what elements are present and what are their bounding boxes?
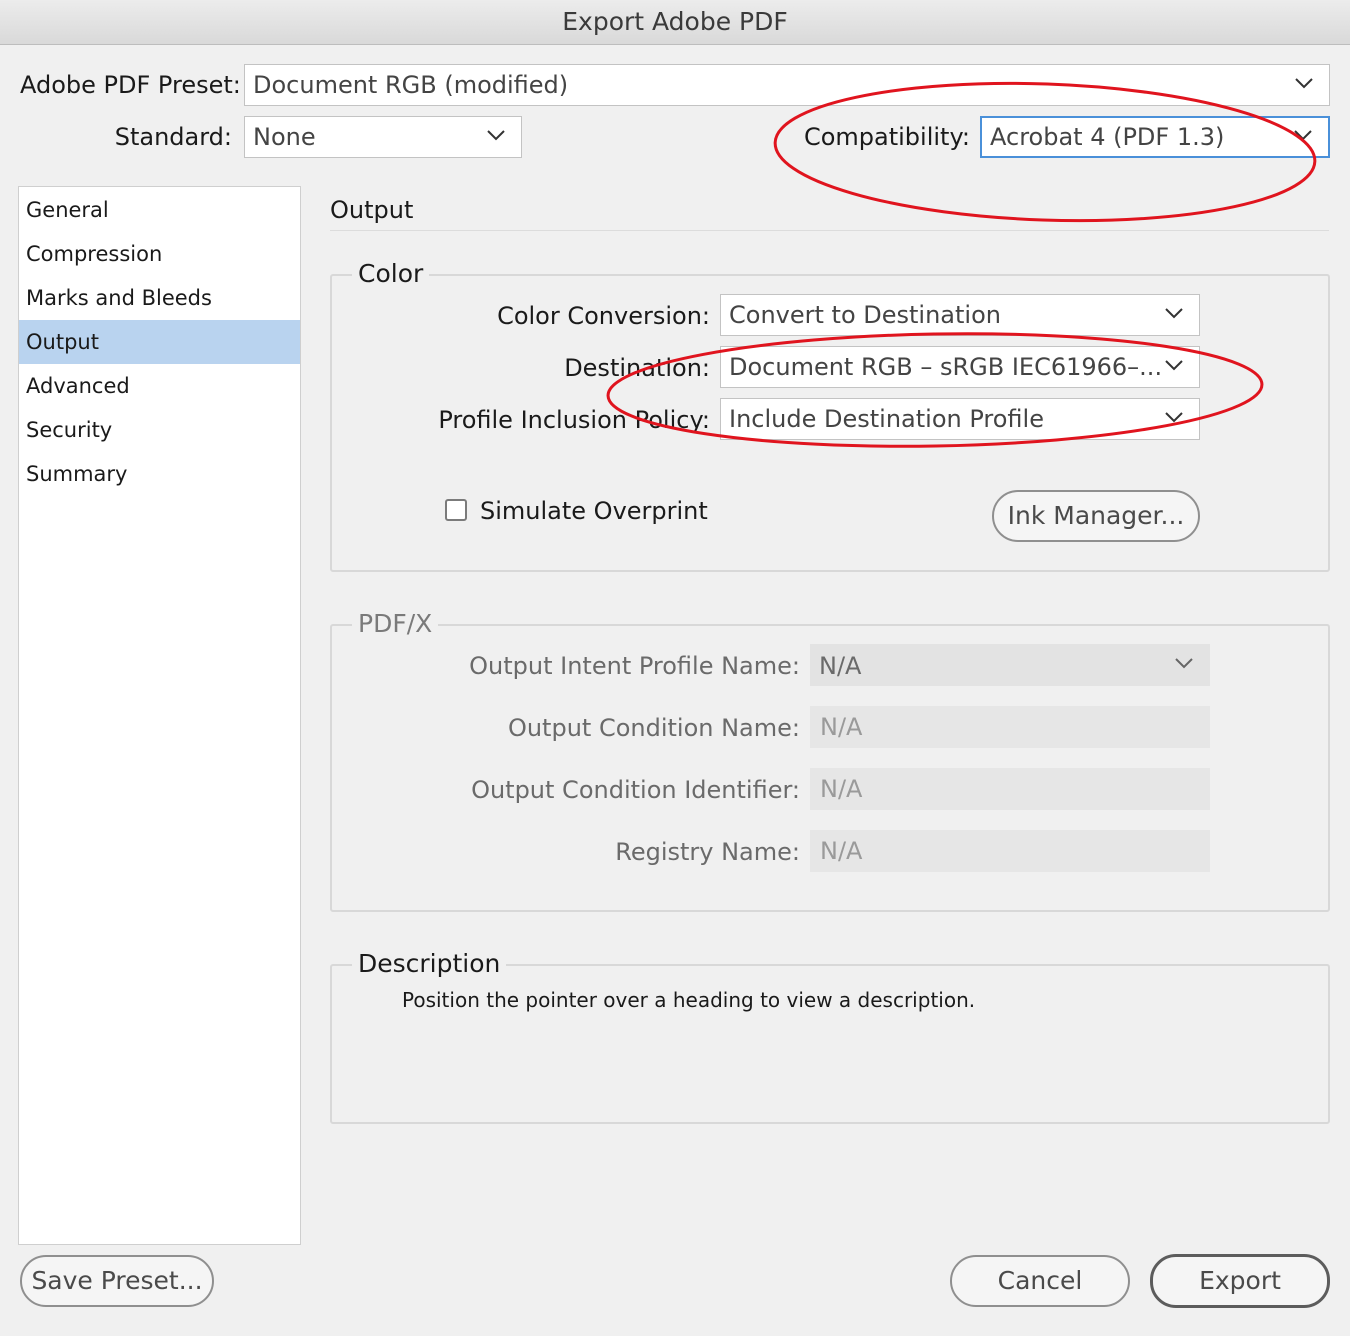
- window-title: Export Adobe PDF: [0, 0, 1350, 45]
- profile-policy-value: Include Destination Profile: [729, 405, 1044, 433]
- color-legend: Color: [352, 259, 430, 288]
- pdfx-legend: PDF/X: [352, 609, 439, 638]
- simulate-overprint-label[interactable]: Simulate Overprint: [480, 497, 708, 525]
- output-condition-identifier-field: N/A: [810, 768, 1210, 810]
- chevron-down-icon: [1165, 308, 1183, 319]
- compatibility-dropdown[interactable]: Acrobat 4 (PDF 1.3): [980, 116, 1330, 158]
- registry-name-label: Registry Name:: [615, 838, 800, 866]
- destination-value: Document RGB – sRGB IEC61966–...: [729, 353, 1163, 381]
- chevron-down-icon: [1165, 412, 1183, 423]
- compatibility-label: Compatibility:: [803, 123, 970, 151]
- color-conversion-label: Color Conversion:: [497, 302, 710, 330]
- divider: [330, 230, 1329, 231]
- registry-name-field: N/A: [810, 830, 1210, 872]
- export-button[interactable]: Export: [1150, 1254, 1330, 1308]
- output-condition-identifier-label: Output Condition Identifier:: [471, 776, 800, 804]
- chevron-down-icon: [1295, 78, 1313, 89]
- standard-label: Standard:: [114, 123, 232, 151]
- sidebar-item-summary[interactable]: Summary: [19, 452, 300, 496]
- cancel-button[interactable]: Cancel: [950, 1255, 1130, 1307]
- sidebar-item-general[interactable]: General: [19, 188, 300, 232]
- sidebar-item-marks-and-bleeds[interactable]: Marks and Bleeds: [19, 276, 300, 320]
- pane-title: Output: [330, 196, 414, 224]
- standard-dropdown[interactable]: None: [244, 116, 522, 158]
- profile-policy-dropdown[interactable]: Include Destination Profile: [720, 398, 1200, 440]
- color-conversion-value: Convert to Destination: [729, 301, 1001, 329]
- chevron-down-icon: [1165, 360, 1183, 371]
- chevron-down-icon: [487, 130, 505, 141]
- output-intent-value: N/A: [819, 652, 862, 680]
- output-condition-name-field: N/A: [810, 706, 1210, 748]
- preset-dropdown[interactable]: Document RGB (modified): [244, 64, 1330, 106]
- sidebar-item-advanced[interactable]: Advanced: [19, 364, 300, 408]
- color-conversion-dropdown[interactable]: Convert to Destination: [720, 294, 1200, 336]
- standard-value: None: [253, 123, 316, 151]
- sidebar-item-security[interactable]: Security: [19, 408, 300, 452]
- compatibility-value: Acrobat 4 (PDF 1.3): [990, 123, 1225, 151]
- preset-value: Document RGB (modified): [253, 71, 569, 99]
- sidebar-item-compression[interactable]: Compression: [19, 232, 300, 276]
- output-intent-label: Output Intent Profile Name:: [469, 652, 800, 680]
- chevron-down-icon: [1175, 658, 1193, 669]
- destination-label: Destination:: [564, 354, 710, 382]
- description-text: Position the pointer over a heading to v…: [402, 988, 976, 1012]
- sidebar-item-output[interactable]: Output: [19, 320, 300, 364]
- preset-label: Adobe PDF Preset:: [20, 71, 241, 99]
- destination-dropdown[interactable]: Document RGB – sRGB IEC61966–...: [720, 346, 1200, 388]
- profile-policy-label: Profile Inclusion Policy:: [438, 406, 710, 434]
- description-legend: Description: [352, 949, 507, 978]
- output-intent-dropdown: N/A: [810, 644, 1210, 686]
- save-preset-button[interactable]: Save Preset...: [20, 1255, 214, 1307]
- simulate-overprint-checkbox[interactable]: [445, 499, 467, 521]
- output-condition-name-label: Output Condition Name:: [507, 714, 800, 742]
- ink-manager-button[interactable]: Ink Manager...: [992, 490, 1200, 542]
- chevron-down-icon: [1294, 130, 1312, 141]
- sidebar: General Compression Marks and Bleeds Out…: [18, 186, 301, 1245]
